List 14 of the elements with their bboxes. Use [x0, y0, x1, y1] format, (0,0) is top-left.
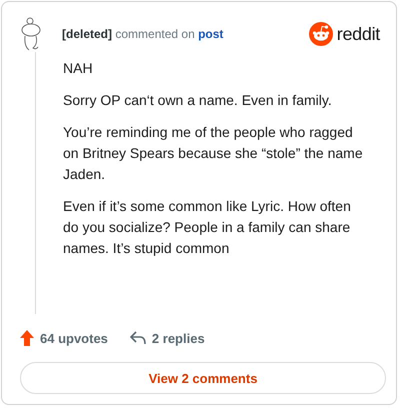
comment-paragraph: Even if it’s some common like Lyric. How often do you socialize? People in a family can share names. It’s stupid common	[63, 197, 352, 258]
view-comments-button[interactable]: View 2 comments	[20, 362, 386, 394]
comment-paragraph: NAH	[63, 59, 94, 78]
comment-paragraph: You’re reminding me of the people who ragged on Britney Spears because she “stole” the name Jaden.	[63, 123, 364, 184]
upvote-arrow-icon[interactable]	[20, 330, 34, 346]
comment-paragraph: Sorry OP can‘t own a name. Even in family.	[63, 91, 333, 110]
action-text: commented on	[115, 27, 195, 41]
reply-arrow-icon[interactable]	[130, 331, 146, 345]
brand-name: reddit	[336, 24, 380, 44]
reply-count: 2 replies	[152, 330, 205, 346]
post-link[interactable]: post	[198, 27, 224, 41]
author-name[interactable]: [deleted]	[62, 27, 112, 41]
reddit-logo-icon	[308, 22, 333, 46]
upvote-count: 64 upvotes	[40, 330, 108, 346]
